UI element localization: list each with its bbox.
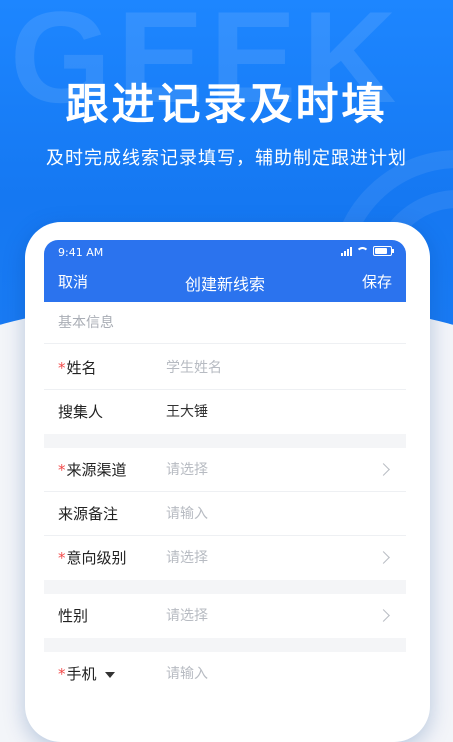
section-divider: [44, 434, 406, 448]
source-channel-select[interactable]: *来源渠道 请选择: [44, 448, 406, 492]
section-divider: [44, 580, 406, 594]
chevron-right-icon: [377, 463, 390, 476]
source-note-input[interactable]: 请输入: [166, 492, 208, 536]
required-mark: *: [58, 549, 66, 567]
name-input[interactable]: 学生姓名: [166, 346, 222, 390]
caret-down-icon[interactable]: [104, 671, 115, 678]
gender-label: 性别: [58, 607, 89, 625]
collector-label: 搜集人: [58, 403, 104, 421]
name-label: *姓名: [58, 359, 97, 377]
phone-input[interactable]: 请输入: [166, 652, 208, 696]
collector-field: 搜集人 王大锤: [44, 390, 406, 434]
source-channel-value: 请选择: [166, 462, 208, 478]
signal-icon: [341, 246, 352, 256]
source-channel-label: *来源渠道: [58, 461, 127, 479]
wifi-icon: [356, 246, 369, 256]
phone-screen: 9:41 AM 取消 创建新线索 保存 基本信息 *姓名 学生姓名 搜集人 王大…: [44, 240, 406, 700]
section-basic-info: 基本信息: [44, 302, 406, 344]
phone-field[interactable]: *手机 请输入: [44, 652, 406, 696]
battery-icon: [373, 246, 394, 256]
chevron-right-icon: [377, 609, 390, 622]
source-note-field[interactable]: 来源备注 请输入: [44, 492, 406, 536]
intent-level-select[interactable]: *意向级别 请选择: [44, 536, 406, 580]
chevron-right-icon: [377, 551, 390, 564]
required-mark: *: [58, 461, 66, 479]
gender-select[interactable]: 性别 请选择: [44, 594, 406, 638]
status-icons: [341, 246, 394, 256]
phone-label: *手机: [58, 652, 115, 696]
name-field[interactable]: *姓名 学生姓名: [44, 346, 406, 390]
app-header: 9:41 AM 取消 创建新线索 保存: [44, 240, 406, 302]
gender-value: 请选择: [166, 608, 208, 624]
save-button[interactable]: 保存: [362, 271, 392, 292]
source-note-label: 来源备注: [58, 505, 119, 523]
intent-level-label: *意向级别: [58, 549, 127, 567]
page-title: 创建新线索: [184, 275, 265, 294]
section-divider: [44, 638, 406, 652]
intent-level-value: 请选择: [166, 550, 208, 566]
required-mark: *: [58, 359, 66, 377]
hero-headline: 跟进记录及时填: [65, 80, 388, 130]
required-mark: *: [58, 665, 66, 683]
collector-value: 王大锤: [166, 404, 208, 420]
hero-subline: 及时完成线索记录填写，辅助制定跟进计划: [46, 148, 407, 169]
status-time: 9:41 AM: [58, 246, 104, 259]
